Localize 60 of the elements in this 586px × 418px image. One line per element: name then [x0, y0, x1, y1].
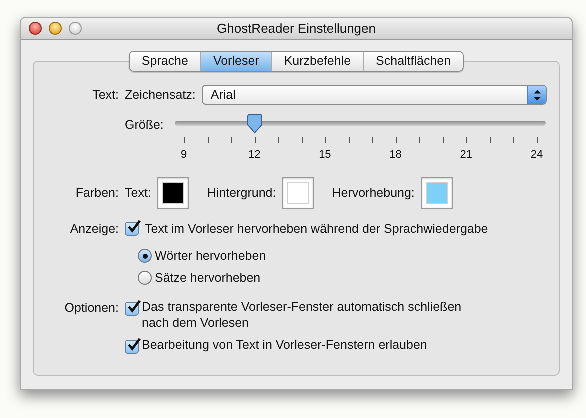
tick-mark	[184, 137, 185, 143]
tick-label: 9	[180, 148, 188, 163]
field-label: Hintergrund:	[207, 184, 276, 202]
radio-label: Wörter hervorheben	[155, 248, 266, 265]
tab[interactable]: Sprache	[130, 52, 200, 71]
tick-mark	[396, 137, 397, 143]
tick-mark	[537, 137, 538, 143]
checkbox-label: Text im Vorleser hervorheben während der Sprachwiedergabe	[145, 221, 488, 238]
tick-label: 21	[460, 148, 473, 163]
tick-mark	[490, 137, 491, 143]
tick-mark	[278, 137, 280, 143]
tick-mark	[254, 137, 256, 143]
font-dropdown[interactable]: Arial	[202, 85, 547, 105]
color-well[interactable]	[420, 177, 453, 209]
field-label: Zeichensatz:	[125, 86, 196, 104]
section-label: Optionen:	[64, 300, 119, 318]
dropdown-value: Arial	[210, 86, 237, 104]
checkbox[interactable]	[125, 222, 139, 236]
tab[interactable]: Schaltflächen	[363, 52, 464, 71]
stepper-arrows-icon	[527, 86, 546, 104]
tick-label: 15	[319, 148, 332, 163]
tick-label: 12	[248, 148, 261, 163]
tick-mark	[208, 137, 209, 143]
checkbox-label: Das transparente Vorleser-Fenster automatisch schließen nach dem Vorlesen	[142, 299, 463, 332]
tick-mark	[302, 137, 303, 143]
field-label: Text:	[125, 184, 152, 202]
tick-mark	[325, 137, 326, 143]
tick-mark	[372, 137, 374, 143]
minimize-icon[interactable]	[49, 22, 62, 35]
checkmark-icon	[127, 338, 141, 352]
section-label: Text:	[92, 86, 119, 104]
checkbox[interactable]	[125, 302, 139, 316]
tick-mark	[231, 137, 232, 143]
tick-label: 24	[530, 148, 544, 163]
tab[interactable]: Kurzbefehle	[271, 52, 364, 71]
size-slider[interactable]	[175, 114, 546, 134]
radio-button[interactable]	[138, 249, 152, 264]
zoom-icon[interactable]	[69, 22, 82, 35]
tick-mark	[419, 137, 420, 143]
field-label: Größe:	[125, 117, 165, 134]
radio-button[interactable]	[138, 270, 152, 285]
section-label: Anzeige:	[70, 221, 119, 238]
tick-label: 18	[390, 148, 402, 163]
color-well[interactable]	[157, 177, 190, 209]
tick-mark	[513, 137, 514, 143]
tick-mark	[466, 137, 468, 143]
close-icon[interactable]	[29, 22, 42, 35]
section-label: Farben:	[76, 184, 119, 202]
checkmark-icon	[127, 300, 141, 314]
radio-label: Sätze hervorheben	[155, 270, 261, 286]
color-well[interactable]	[282, 177, 314, 209]
tick-mark	[442, 137, 444, 143]
slider-thumb[interactable]	[246, 114, 263, 134]
window-title: GhostReader Einstellungen	[217, 20, 376, 38]
tab[interactable]: Vorleser	[200, 52, 272, 71]
field-label: Hervorhebung:	[332, 184, 415, 202]
checkbox[interactable]	[125, 340, 139, 354]
tick-mark	[348, 137, 350, 143]
checkbox-label: Bearbeitung von Text in Vorleser-Fenstern erlauben	[142, 337, 428, 354]
checkmark-icon	[127, 220, 141, 234]
